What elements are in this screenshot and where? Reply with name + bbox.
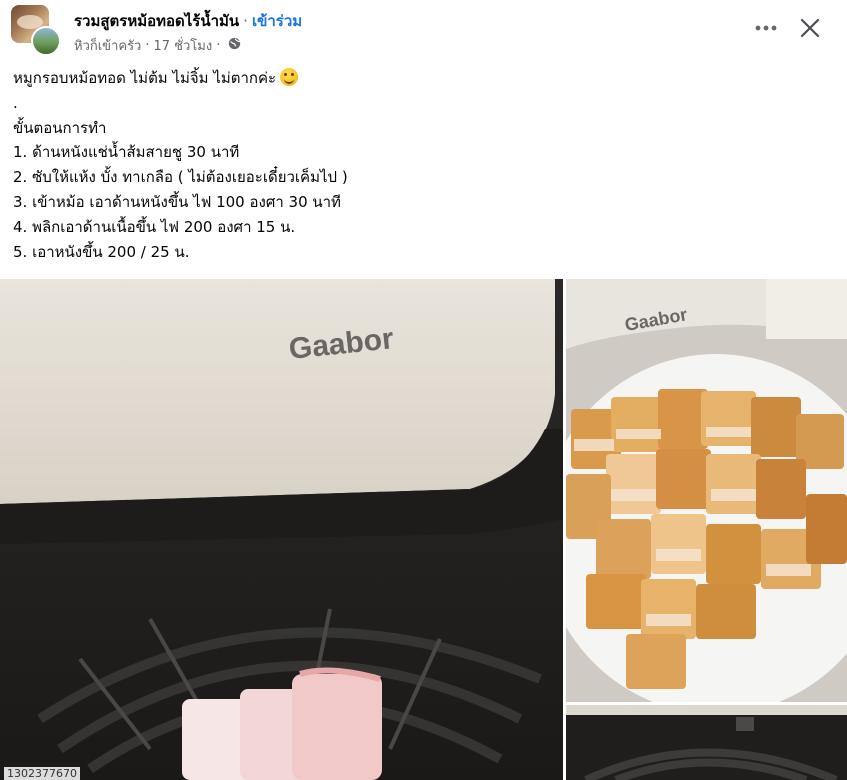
join-group-link[interactable]: เข้าร่วม	[252, 12, 302, 30]
close-icon	[800, 18, 820, 38]
step-5: 5. เอาหนังขึ้น 200 / 25 น.	[13, 242, 190, 261]
close-button[interactable]	[794, 12, 826, 44]
photo-grid: Gaabor 1302377670 Gaabor	[0, 279, 847, 780]
photo-id-label: 1302377670	[4, 767, 80, 780]
step-4: 4. พลิกเอาด้านเนื้อขึ้น ไฟ 200 องศา 15 น…	[13, 217, 296, 236]
post-body: หมูกรอบหม้อทอด ไม่ต้ม ไม่จิ้ม ไม่ตากค่ะ …	[13, 66, 833, 264]
step-1: 1. ด้านหนังแช่น้ำส้มสายชู 30 นาที	[13, 143, 240, 162]
post-time[interactable]: 17 ชั่วโมง	[154, 35, 213, 56]
post-title-line: หมูกรอบหม้อทอด ไม่ต้ม ไม่จิ้ม ไม่ตากค่ะ	[13, 66, 833, 91]
author-avatar[interactable]	[31, 26, 61, 56]
separator-dot: ·	[243, 12, 248, 30]
author-name[interactable]: หิวก็เข้าครัว	[74, 35, 141, 56]
step-2: 2. ซับให้แห้ง บั้ง ทาเกลือ ( ไม่ต้องเยอะ…	[13, 168, 348, 187]
step-3: 3. เข้าหม้อ เอาด้านหนังขึ้น ไฟ 100 องศา …	[13, 192, 341, 211]
post-header: รวมสูตรหม้อทอดไร้น้ำมัน · เข้าร่วม หิวก็เข…	[0, 0, 847, 60]
more-options-button[interactable]	[750, 12, 782, 44]
smiling-face-emoji-icon	[280, 68, 299, 86]
photo-air-fryer-basket[interactable]	[566, 705, 847, 780]
steps-heading: ขั้นตอนการทำ	[13, 118, 107, 137]
photo-air-fryer-raw-pork[interactable]: Gaabor 1302377670	[0, 279, 563, 780]
post-meta: หิวก็เข้าครัว · 17 ชั่วโมง ·	[74, 35, 241, 56]
group-title-line: รวมสูตรหม้อทอดไร้น้ำมัน · เข้าร่วม	[74, 9, 302, 33]
dot-line: .	[13, 93, 18, 112]
post-title: หมูกรอบหม้อทอด ไม่ต้ม ไม่จิ้ม ไม่ตากค่ะ	[13, 69, 277, 87]
group-name[interactable]: รวมสูตรหม้อทอดไร้น้ำมัน	[74, 12, 239, 30]
globe-icon	[228, 37, 241, 54]
photo-crispy-pork-plate[interactable]: Gaabor	[566, 279, 847, 702]
separator-dot: ·	[145, 38, 150, 53]
more-icon	[755, 25, 777, 31]
separator-dot: ·	[216, 38, 221, 53]
